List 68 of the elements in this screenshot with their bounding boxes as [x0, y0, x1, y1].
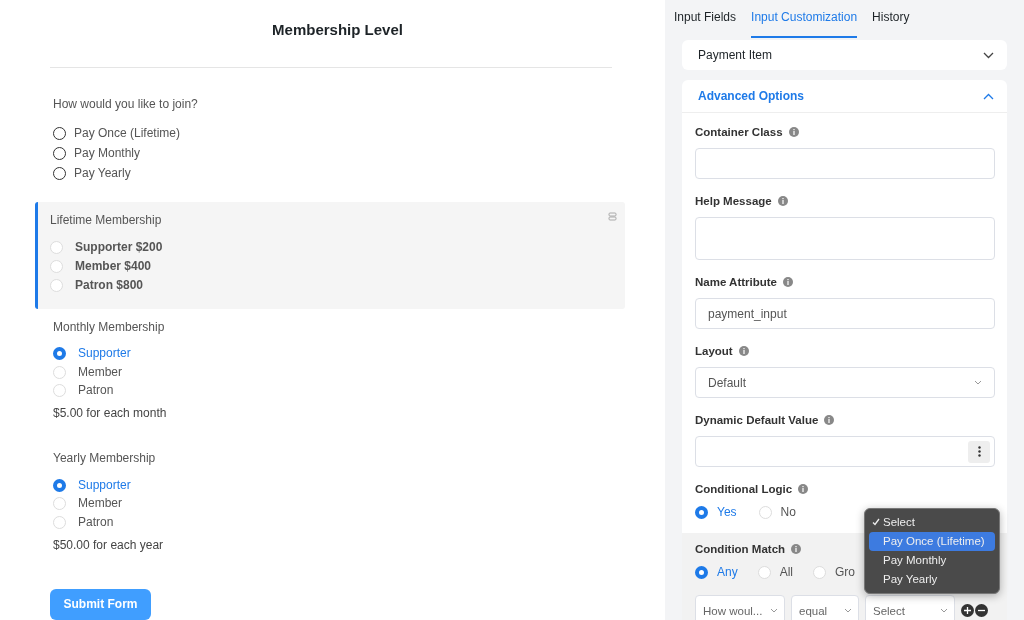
radio-option[interactable]: Supporter [53, 344, 613, 364]
kebab-icon [977, 446, 981, 457]
selected-field-block[interactable]: Lifetime Membership Supporter $200 Member $400 Patron $800 [35, 201, 625, 309]
select-field[interactable]: How woul... [695, 595, 785, 620]
radio-option[interactable]: Patron $800 [50, 275, 613, 295]
chevron-down-icon [974, 380, 982, 385]
field-label: Dynamic Default Value [695, 414, 819, 426]
info-icon [791, 544, 802, 554]
input-field[interactable] [695, 436, 995, 467]
radio-option[interactable]: Any [695, 565, 738, 579]
field-label: Name Attribute [695, 276, 777, 288]
chevron-down-icon [940, 608, 948, 613]
tab[interactable]: History [872, 0, 910, 38]
dropdown-option[interactable]: Select [869, 513, 995, 532]
dropdown-option[interactable]: Pay Once (Lifetime) [869, 532, 995, 551]
chevron-down-icon [844, 608, 852, 613]
textarea-field[interactable] [695, 217, 995, 260]
tab[interactable]: Input Fields [674, 0, 737, 38]
dropdown-option[interactable]: Pay Monthly [869, 551, 995, 570]
info-icon [824, 415, 835, 425]
group-title: Yearly Membership [53, 450, 156, 467]
group-title: Lifetime Membership [50, 211, 162, 228]
chevron-down-icon [983, 51, 994, 59]
section-header[interactable]: Advanced Options [682, 80, 1007, 113]
radio-option[interactable]: Patron [53, 381, 613, 401]
stack-icon[interactable] [608, 211, 617, 222]
plus-icon[interactable] [961, 604, 974, 617]
radio-option[interactable]: Member $400 [50, 256, 613, 276]
radio-option[interactable]: Pay Yearly [53, 163, 613, 184]
select-field[interactable]: equal [791, 595, 859, 620]
chevron-down-icon [770, 608, 778, 613]
radio-option[interactable]: All [757, 565, 794, 579]
group-title: Monthly Membership [53, 318, 165, 335]
chevron-up-icon [983, 92, 994, 100]
input-field[interactable]: payment_input [695, 298, 995, 329]
field-label: Condition Match [695, 543, 786, 555]
field-label: Help Message [695, 195, 772, 207]
radio-option[interactable]: Supporter [53, 476, 613, 495]
radio-option[interactable]: Pay Monthly [53, 143, 613, 164]
info-icon [783, 277, 793, 287]
input-field[interactable] [695, 148, 995, 179]
radio-option[interactable]: Member [53, 494, 613, 514]
minus-icon[interactable] [975, 604, 988, 617]
section-header[interactable]: Payment Item [682, 40, 1007, 70]
radio-option[interactable]: Member [53, 363, 613, 382]
price-text: $50.00 for each year [53, 537, 165, 552]
field-label: Conditional Logic [695, 483, 793, 495]
radio-option[interactable]: Supporter $200 [50, 237, 613, 257]
info-icon [798, 484, 809, 494]
question-label: How would you like to join? [53, 95, 198, 112]
radio-option[interactable]: Yes [695, 505, 737, 519]
select-field[interactable]: Default [695, 367, 995, 398]
tab[interactable]: Input Customization [751, 0, 858, 38]
radio-option[interactable]: Gro [813, 565, 856, 579]
check-icon [872, 518, 880, 526]
info-icon [777, 196, 788, 206]
kebab-menu-button[interactable] [968, 440, 990, 463]
price-text: $5.00 for each month [53, 406, 168, 421]
dropdown-option[interactable]: Pay Yearly [869, 570, 995, 589]
radio-option[interactable]: Pay Once (Lifetime) [53, 123, 613, 144]
info-icon [788, 127, 799, 137]
info-icon [738, 346, 749, 356]
select-field[interactable]: Select [865, 595, 955, 620]
field-label: Layout [695, 345, 733, 357]
field-label: Container Class [695, 126, 783, 138]
radio-option[interactable]: No [758, 505, 796, 519]
form-title: Membership Level [271, 20, 404, 40]
radio-option[interactable]: Patron [53, 513, 613, 532]
